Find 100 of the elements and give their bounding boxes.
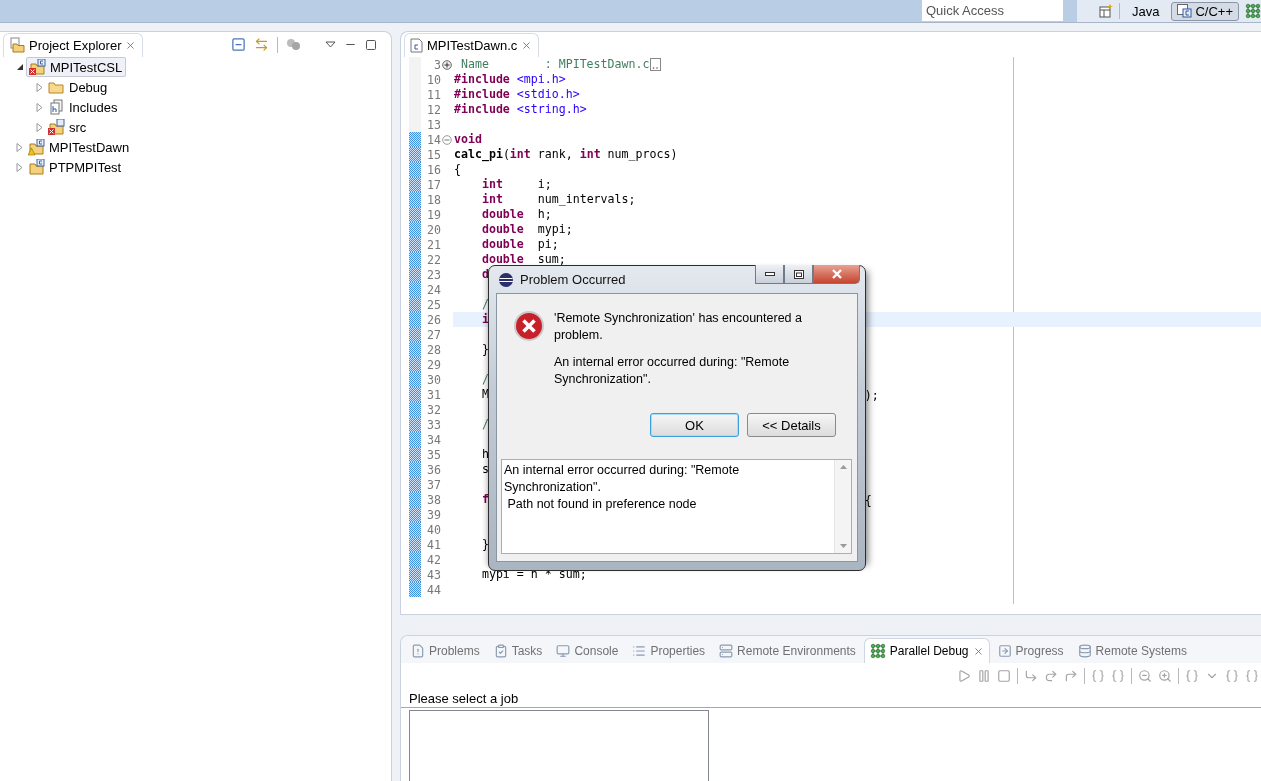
minimize-icon — [764, 272, 775, 276]
folder-icon — [9, 37, 25, 53]
minimize-button[interactable] — [755, 265, 784, 284]
quick-access-field[interactable]: Quick Access — [921, 0, 1063, 21]
code-line: double h; — [480, 207, 552, 222]
braces-icon[interactable] — [1091, 669, 1105, 683]
maximize-icon[interactable] — [365, 38, 377, 51]
view-tab[interactable]: Properties — [626, 638, 712, 663]
ok-button[interactable]: OK — [650, 413, 739, 437]
line-number: 28 — [426, 342, 441, 357]
line-number: 20 — [426, 222, 441, 237]
code-line: double mypi; — [480, 222, 573, 237]
code-line: #include <mpi.h> — [454, 72, 566, 87]
line-number: 24 — [426, 282, 441, 297]
play-icon[interactable] — [957, 669, 971, 683]
line-number: 12 — [426, 102, 441, 117]
perspective-button[interactable]: C/C++ — [1171, 1, 1239, 21]
collapse-all-icon[interactable] — [231, 37, 246, 52]
c-file-icon — [410, 37, 423, 53]
expanded-arrow-icon[interactable] — [16, 63, 24, 71]
code-line: Name : MPITestDawn.c — [459, 57, 650, 72]
step-return-icon[interactable] — [1064, 669, 1078, 683]
coins-icon[interactable] — [286, 37, 301, 52]
close-icon — [830, 269, 843, 279]
fold-plus-icon[interactable] — [442, 59, 452, 70]
stop-icon[interactable] — [997, 669, 1011, 683]
tree-item[interactable]: Includes — [45, 97, 122, 117]
tree-item[interactable]: src — [45, 117, 91, 137]
clipboard-check-icon — [493, 644, 508, 658]
tree-item[interactable]: PTPMPITest — [25, 157, 126, 177]
code-line: f — [480, 492, 489, 507]
details-button[interactable]: << Details — [747, 413, 836, 437]
tree-item[interactable]: MPITestDawn — [25, 137, 134, 157]
details-text-area[interactable]: An internal error occurred during: "Remote Synchronization". Path not found in preference node — [501, 459, 852, 554]
view-tab[interactable]: Parallel Debug — [863, 638, 990, 663]
code-line: { — [454, 162, 461, 177]
link-icon[interactable] — [254, 37, 269, 52]
close-icon[interactable] — [972, 645, 984, 657]
view-tab[interactable]: Progress — [991, 638, 1070, 663]
folded-code-icon[interactable] — [650, 58, 662, 71]
view-tab[interactable]: Remote Systems — [1071, 638, 1193, 663]
line-number: 39 — [426, 507, 441, 522]
close-icon[interactable] — [125, 39, 137, 51]
braces-icon[interactable] — [1225, 669, 1239, 683]
line-number: 10 — [426, 72, 441, 87]
eclipse-icon — [498, 271, 514, 288]
scrollbar[interactable] — [834, 460, 851, 553]
error-icon — [513, 310, 545, 342]
line-number: 14 — [426, 132, 441, 147]
tree-item[interactable]: Debug — [45, 77, 112, 97]
editor-tab[interactable]: MPITestDawn.c — [404, 32, 540, 57]
pause-icon[interactable] — [977, 669, 991, 683]
list-icon — [632, 644, 647, 658]
perspective-button[interactable]: Java — [1125, 1, 1166, 21]
braces-icon[interactable] — [1111, 669, 1125, 683]
view-tab[interactable]: Remote Environments — [713, 638, 862, 663]
line-number: 19 — [426, 207, 441, 222]
line-number: 13 — [426, 117, 441, 132]
line-number: 32 — [426, 402, 441, 417]
braces-icon[interactable] — [1185, 669, 1199, 683]
fold-minus-icon[interactable] — [442, 134, 452, 145]
collapsed-arrow-icon[interactable] — [36, 102, 43, 112]
job-list[interactable] — [409, 710, 709, 781]
view-menu-icon[interactable] — [325, 41, 336, 48]
zoom-out-icon[interactable] — [1138, 669, 1152, 683]
collapsed-arrow-icon[interactable] — [16, 162, 23, 172]
step-into-icon[interactable] — [1024, 669, 1038, 683]
close-icon[interactable] — [521, 39, 533, 51]
view-tab[interactable]: Problems — [405, 638, 486, 663]
open-perspective-icon[interactable] — [1098, 4, 1113, 18]
view-tab[interactable]: Project Explorer — [3, 32, 144, 57]
code-line: i — [480, 312, 489, 327]
zoom-in-icon[interactable] — [1158, 669, 1172, 683]
server-icon — [719, 644, 734, 658]
code-line: h — [480, 447, 489, 462]
scroll-down-icon[interactable] — [839, 544, 847, 548]
view-tab[interactable]: Console — [550, 638, 625, 663]
code-line: / — [480, 417, 489, 432]
collapsed-arrow-icon[interactable] — [36, 122, 43, 132]
code-line: d — [480, 267, 489, 282]
code-line: int i; — [480, 177, 552, 192]
code-line: double sum; — [480, 252, 566, 267]
close-button[interactable] — [813, 265, 860, 284]
collapsed-arrow-icon[interactable] — [36, 82, 43, 92]
collapsed-arrow-icon[interactable] — [16, 142, 23, 152]
maximize-button[interactable] — [784, 265, 813, 284]
code-line: M — [480, 387, 489, 402]
braces-icon[interactable] — [1245, 669, 1259, 683]
code-line: void — [454, 132, 482, 147]
code-fragment: { — [864, 492, 872, 507]
grid-nodes-icon — [869, 643, 886, 659]
view-tab[interactable]: Tasks — [487, 638, 549, 663]
tree-item[interactable]: MPITestCSL — [26, 57, 127, 77]
line-number: 22 — [426, 252, 441, 267]
code-line: } — [480, 342, 489, 357]
step-over-icon[interactable] — [1044, 669, 1058, 683]
line-number: 40 — [426, 522, 441, 537]
scroll-up-icon[interactable] — [839, 465, 847, 469]
line-number: 37 — [426, 477, 441, 492]
line-number: 38 — [426, 492, 441, 507]
